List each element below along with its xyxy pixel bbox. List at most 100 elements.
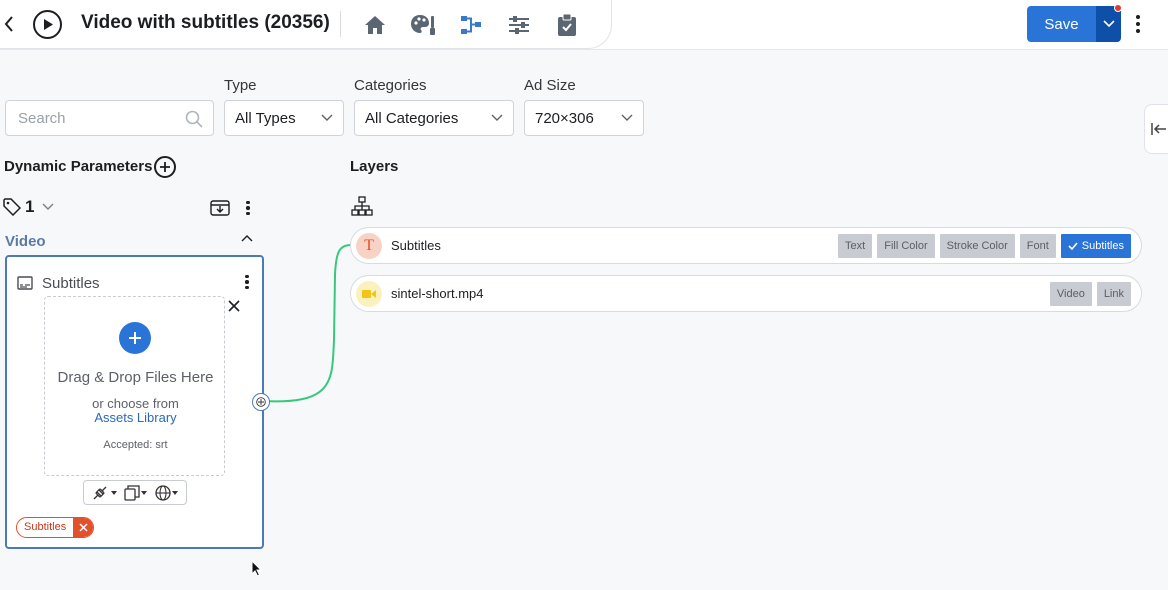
adsize-select-value: 720×306 — [535, 109, 594, 127]
tag-font[interactable]: Font — [1019, 234, 1056, 258]
layer-tags: Text Fill Color Stroke Color Font Subtit… — [838, 234, 1131, 258]
collapse-left-icon — [1151, 123, 1166, 135]
assets-library-link[interactable]: Assets Library — [45, 410, 226, 425]
clipboard-icon — [558, 13, 576, 36]
chevron-down-icon — [42, 203, 54, 210]
upload-button[interactable] — [119, 322, 151, 354]
type-filter-label: Type — [224, 77, 257, 94]
link-tool-button[interactable] — [92, 485, 117, 501]
home-button[interactable] — [362, 12, 388, 38]
chip-label: Subtitles — [24, 521, 67, 533]
mouse-cursor-icon — [251, 560, 263, 577]
page-title: Video with subtitles (20356) — [81, 12, 330, 33]
tag-subtitles-active[interactable]: Subtitles — [1060, 234, 1131, 258]
flow-button[interactable] — [458, 12, 484, 38]
tag-fill-color[interactable]: Fill Color — [877, 234, 935, 258]
plus-icon — [160, 162, 170, 172]
download-tray-icon — [210, 200, 230, 216]
dropzone-text: Drag & Drop Files Here — [57, 369, 214, 386]
design-button[interactable] — [410, 12, 436, 38]
flow-icon — [461, 16, 481, 34]
subtitles-icon — [17, 276, 33, 290]
layer-tags: Video Link — [1049, 282, 1131, 306]
panel-collapse-button[interactable] — [1144, 104, 1168, 154]
search-icon — [185, 110, 203, 128]
video-group-title: Video — [5, 233, 46, 250]
home-icon — [365, 16, 385, 34]
add-parameter-button[interactable] — [154, 156, 176, 178]
caret-down-icon — [172, 490, 179, 495]
close-icon — [79, 523, 88, 532]
language-tool-button[interactable] — [155, 484, 179, 501]
video-camera-icon — [356, 281, 382, 307]
plus-icon — [129, 332, 141, 344]
play-button[interactable] — [33, 10, 62, 39]
layers-title: Layers — [350, 158, 399, 175]
layer-name: Subtitles — [391, 238, 441, 253]
chevron-left-icon — [4, 16, 13, 32]
sliders-icon — [509, 16, 529, 34]
card-title: Subtitles — [42, 275, 100, 292]
chevron-down-icon — [1102, 20, 1115, 28]
dropzone-or-text: or choose from — [92, 396, 179, 411]
remove-chip-button[interactable] — [73, 518, 94, 537]
subtitles-chip: Subtitles — [16, 517, 95, 538]
type-select-value: All Types — [235, 109, 296, 127]
top-header: Video with subtitles (20356) Save — [0, 0, 1168, 50]
hierarchy-icon[interactable] — [351, 196, 373, 216]
header-more-menu[interactable] — [1132, 12, 1144, 36]
chevron-down-icon — [621, 114, 633, 121]
globe-icon — [155, 484, 171, 501]
tag-filter[interactable]: 1 — [3, 197, 54, 217]
clipboard-button[interactable] — [554, 12, 580, 38]
play-icon — [43, 19, 53, 30]
chevron-down-icon — [491, 114, 503, 121]
search-field[interactable] — [5, 100, 214, 136]
close-icon[interactable] — [228, 300, 240, 312]
header-divider — [340, 11, 341, 37]
copy-icon — [124, 484, 141, 501]
layer-row-subtitles[interactable]: T Subtitles Text Fill Color Stroke Color… — [350, 227, 1142, 264]
caret-down-icon — [110, 490, 117, 495]
chevron-up-icon[interactable] — [241, 234, 253, 242]
connection-line — [261, 244, 353, 403]
notification-dot — [1114, 4, 1122, 12]
tag-link[interactable]: Link — [1096, 282, 1131, 306]
adsize-select[interactable]: 720×306 — [524, 100, 644, 136]
copy-tool-button[interactable] — [124, 484, 148, 501]
card-toolbar — [83, 480, 187, 505]
card-more-menu[interactable] — [241, 273, 253, 291]
tag-text[interactable]: Text — [838, 234, 873, 258]
layer-row-video[interactable]: sintel-short.mp4 Video Link — [350, 275, 1142, 312]
import-button[interactable] — [210, 200, 230, 221]
palette-brush-icon — [411, 15, 435, 35]
tag-subtitles-label: Subtitles — [1081, 240, 1124, 252]
subtitles-parameter-card: Subtitles Drag & Drop Files Here or choo… — [5, 255, 264, 549]
tag-stroke-color[interactable]: Stroke Color — [939, 234, 1015, 258]
adsize-filter-label: Ad Size — [524, 77, 576, 94]
dynamic-parameters-title: Dynamic Parameters — [4, 158, 153, 175]
accepted-formats: Accepted: srt — [103, 439, 168, 451]
file-dropzone[interactable]: Drag & Drop Files Here or choose from As… — [44, 296, 225, 476]
params-more-menu[interactable] — [242, 199, 254, 217]
layer-name: sintel-short.mp4 — [391, 286, 484, 301]
plus-icon — [256, 397, 266, 407]
search-input[interactable] — [6, 101, 176, 135]
categories-select[interactable]: All Categories — [354, 100, 514, 136]
categories-filter-label: Categories — [354, 77, 427, 94]
categories-select-value: All Categories — [365, 109, 459, 127]
tag-video[interactable]: Video — [1049, 282, 1092, 306]
tag-count: 1 — [25, 197, 35, 216]
header-title-bar: Video with subtitles (20356) — [0, 0, 612, 49]
caret-down-icon — [141, 490, 148, 495]
back-button[interactable] — [0, 13, 18, 35]
type-select[interactable]: All Types — [224, 100, 344, 136]
chevron-down-icon — [321, 114, 333, 121]
save-button[interactable]: Save — [1027, 6, 1096, 42]
settings-sliders-button[interactable] — [506, 12, 532, 38]
text-icon: T — [356, 233, 382, 259]
plug-icon — [93, 486, 107, 499]
tag-icon — [3, 198, 21, 216]
connection-handle[interactable] — [252, 393, 270, 411]
check-icon — [1068, 242, 1078, 250]
